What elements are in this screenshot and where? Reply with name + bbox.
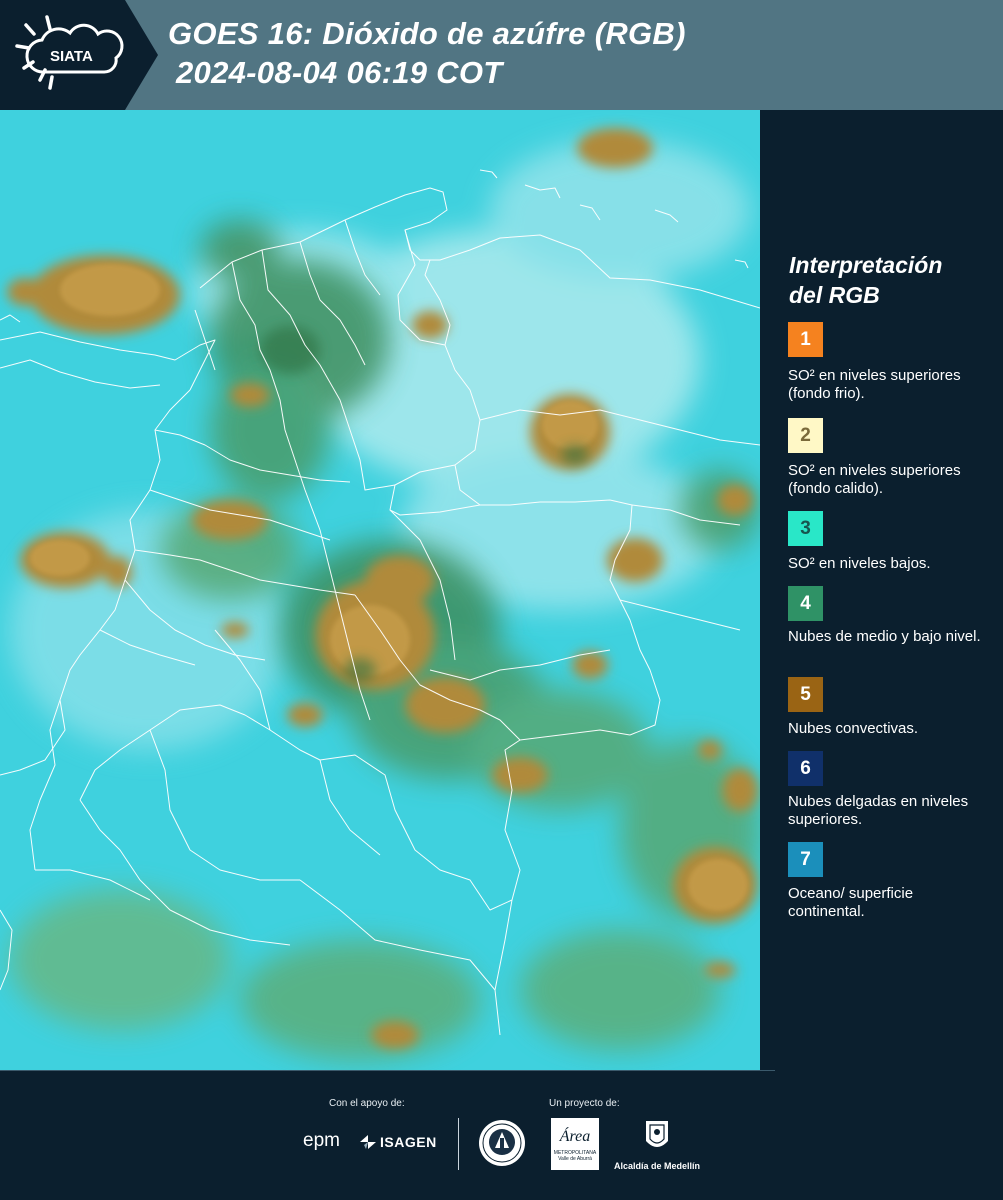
siata-logo-text: SIATA bbox=[50, 48, 93, 65]
legend-title: Interpretación del RGB bbox=[789, 250, 989, 310]
legend-swatch-5: 5 bbox=[788, 677, 823, 712]
medellin-shield-icon bbox=[646, 1121, 668, 1147]
legend-title-line1: Interpretación bbox=[789, 252, 943, 278]
alcaldia-medellin-text: Alcaldía de Medellín bbox=[613, 1161, 701, 1171]
isagen-logo-text: ISAGEN bbox=[380, 1134, 437, 1150]
area-metropolitana-logo: Área METROPOLITANA Valle de Aburrá bbox=[551, 1118, 599, 1170]
legend-swatch-1: 1 bbox=[788, 322, 823, 357]
legend-swatch-2: 2 bbox=[788, 418, 823, 453]
legend-label-5: Nubes convectivas. bbox=[788, 720, 919, 737]
alcaldia-medellin-logo: Alcaldía de Medellín bbox=[612, 1119, 702, 1171]
legend-label-6: Nubes delgadas en niveles superiores. bbox=[788, 793, 969, 828]
legend-label-2: SO² en niveles superiores (fondo calido)… bbox=[788, 462, 961, 497]
header-bar: SIATA GOES 16: Dióxido de azúfre (RGB) 2… bbox=[0, 0, 1003, 110]
page-timestamp: 2024-08-04 06:19 COT bbox=[176, 55, 503, 90]
footer-separator bbox=[0, 1070, 775, 1071]
legend-swatch-7: 7 bbox=[788, 842, 823, 877]
legend-label-4: Nubes de medio y bajo nivel. bbox=[788, 628, 981, 645]
page-title: GOES 16: Dióxido de azúfre (RGB) bbox=[168, 16, 686, 51]
siata-logo-graphic: SIATA bbox=[0, 0, 158, 110]
legend-label-7: Oceano/ superficie continental. bbox=[788, 885, 914, 920]
legend-swatch-6: 6 bbox=[788, 751, 823, 786]
legend-label-1: SO² en niveles superiores (fondo frio). bbox=[788, 367, 961, 402]
epm-logo-text: epm bbox=[303, 1130, 340, 1151]
project-caption: Un proyecto de: bbox=[549, 1098, 620, 1109]
support-caption: Con el apoyo de: bbox=[329, 1098, 405, 1109]
footer: Con el apoyo de: Un proyecto de: epm ISA… bbox=[0, 1070, 1003, 1200]
area-metropolitana-logo-text: Área bbox=[559, 1128, 591, 1145]
legend-label-3: SO² en niveles bajos. bbox=[788, 555, 931, 572]
isagen-logo-icon bbox=[360, 1135, 376, 1149]
footer-logo-divider bbox=[458, 1118, 459, 1170]
siata-logo: SIATA bbox=[0, 0, 158, 110]
legend-swatch-4: 4 bbox=[788, 586, 823, 621]
legend-title-line2: del RGB bbox=[789, 282, 880, 308]
area-metropolitana-sub2: Valle de Aburrá bbox=[558, 1156, 592, 1162]
legend-panel: Interpretación del RGB 1 SO² en niveles … bbox=[760, 110, 1003, 1070]
satellite-image bbox=[0, 110, 760, 1070]
university-seal-icon bbox=[479, 1120, 525, 1166]
university-seal-logo bbox=[477, 1118, 527, 1173]
isagen-logo: ISAGEN bbox=[358, 1133, 437, 1151]
epm-logo: epm bbox=[303, 1130, 340, 1152]
satellite-map[interactable] bbox=[0, 110, 760, 1070]
legend-swatch-3: 3 bbox=[788, 511, 823, 546]
